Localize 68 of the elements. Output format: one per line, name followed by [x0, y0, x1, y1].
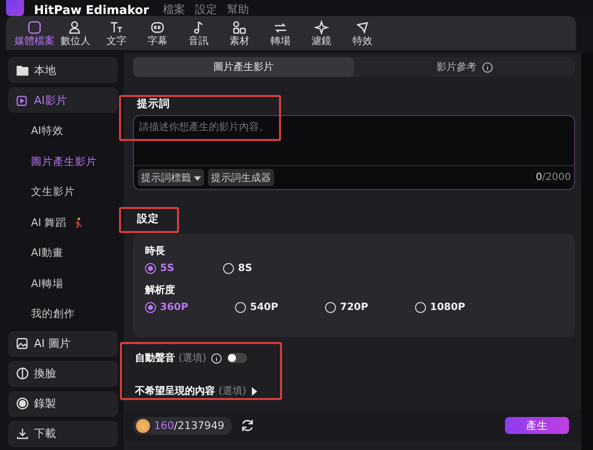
toolbar-tab[interactable]: 媒體檔案	[14, 20, 55, 50]
toolbar-tab[interactable]: 轉場	[260, 20, 301, 50]
radio-option[interactable]: 1080P	[415, 302, 505, 313]
toolbar-icon	[232, 20, 247, 35]
credits-count: 160/2137949	[154, 420, 224, 432]
sidebar-item[interactable]: 下載	[8, 420, 118, 446]
app-name: HitPaw Edimakor	[34, 4, 150, 16]
sidebar-item[interactable]: AI 圖片	[8, 330, 118, 356]
toolbar-icon	[355, 20, 370, 35]
toolbar-tab[interactable]: 文字	[96, 20, 137, 50]
character-count: 0/2000	[536, 172, 571, 183]
prompt-generator-button[interactable]: 提示詞生成器	[208, 169, 274, 186]
sidebar-icon	[16, 397, 29, 410]
annotation-box	[119, 207, 179, 233]
section-label: 設定	[136, 212, 160, 226]
sidebar-subitem[interactable]: 圖片產生影片	[6, 148, 124, 176]
menu-item[interactable]: 設定	[195, 4, 218, 16]
toolbar-tab[interactable]: 濾鏡	[301, 20, 342, 50]
sidebar-item[interactable]: 本地	[8, 57, 118, 83]
radio-option[interactable]: 360P	[145, 302, 235, 313]
toolbar-tab[interactable]: 數位人	[55, 20, 96, 50]
toolbar-tab[interactable]: 字幕	[137, 20, 178, 50]
toolbar-tab[interactable]: 音訊	[178, 20, 219, 50]
menu-item[interactable]: 幫助	[227, 4, 250, 16]
toolbar-icon	[150, 20, 165, 35]
prompt-field[interactable]: 請描述你想產生的影片內容。 提示詞標籤 提示詞生成器 0/2000	[133, 115, 575, 190]
negative-prompt-label: 不希望呈現的內容 (選填)	[135, 384, 246, 398]
sidebar-subitem[interactable]: AI動畫	[6, 239, 124, 268]
sidebar-subitem[interactable]: AI特效	[6, 117, 124, 146]
menu-item[interactable]: 檔案	[163, 4, 186, 16]
sidebar-icon	[16, 64, 29, 76]
caret-icon	[194, 176, 202, 181]
radio-option[interactable]: 5S	[145, 263, 223, 274]
sidebar-subitem[interactable]: AI轉場	[6, 270, 124, 298]
sidebar-subitem[interactable]: 文生影片	[6, 178, 124, 206]
toolbar-icon	[68, 20, 83, 35]
sidebar-icon	[16, 337, 29, 350]
generate-button[interactable]: 產生	[505, 417, 569, 434]
auto-sound-label: 自動聲音 (選填)	[135, 351, 206, 365]
mode-tab[interactable]: 影片參考	[354, 57, 575, 77]
setting-label: 時長	[145, 244, 166, 258]
setting-label: 解析度	[145, 283, 176, 297]
sidebar-item[interactable]: AI影片	[8, 87, 118, 113]
toolbar-icon	[314, 20, 329, 35]
toolbar-tab[interactable]: 特效	[342, 20, 383, 50]
toolbar-icon	[109, 20, 124, 35]
sidebar-icon	[16, 367, 29, 380]
app-logo-icon	[6, 0, 24, 16]
radio-option[interactable]: 8S	[223, 263, 313, 274]
radio-option[interactable]: 540P	[235, 302, 325, 313]
sidebar-item[interactable]: 錄製	[8, 390, 118, 416]
radio-option[interactable]: 720P	[325, 302, 415, 313]
sidebar-icon	[16, 427, 29, 440]
info-icon	[482, 62, 492, 72]
mode-tab[interactable]: 圖片產生影片	[133, 57, 354, 77]
sidebar-item[interactable]: 換臉	[8, 360, 118, 386]
toolbar-icon	[27, 20, 42, 35]
sidebar-icon	[16, 94, 29, 106]
toggle-switch[interactable]	[227, 353, 248, 363]
expand-arrow-icon[interactable]	[251, 386, 258, 396]
info-icon	[211, 352, 222, 364]
sidebar-subitem[interactable]: AI 舞蹈	[6, 208, 124, 237]
prompt-tags-dropdown[interactable]: 提示詞標籤	[138, 169, 204, 186]
refresh-icon[interactable]	[240, 418, 256, 433]
sidebar-subitem[interactable]: 我的創作	[6, 300, 124, 328]
toolbar-tab[interactable]: 素材	[219, 20, 260, 50]
coin-icon	[136, 418, 150, 432]
section-label: 提示詞	[136, 97, 171, 111]
